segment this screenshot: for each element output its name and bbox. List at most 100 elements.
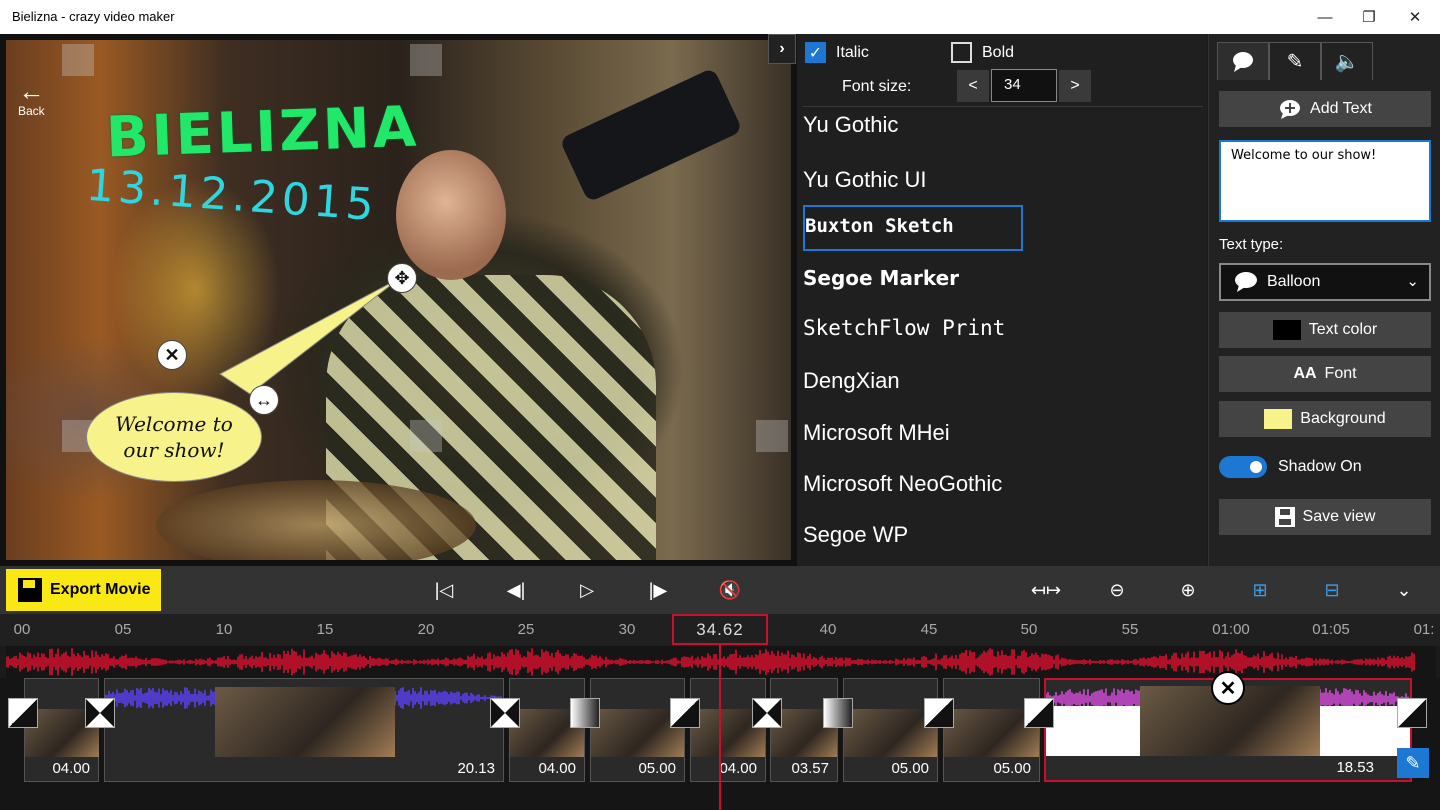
add-text-label: Add Text <box>1310 100 1372 117</box>
background-swatch <box>1264 409 1293 429</box>
transition-icon[interactable] <box>670 698 700 728</box>
skip-to-start-icon[interactable]: |◁ <box>428 576 460 604</box>
transition-icon[interactable] <box>1024 698 1054 728</box>
export-movie-button[interactable]: Export Movie <box>6 569 161 611</box>
clip[interactable]: 04.00 <box>509 678 585 782</box>
font-button[interactable]: AA Font <box>1219 356 1431 392</box>
speech-balloon[interactable]: Welcome to our show! <box>86 392 262 482</box>
pen-tab-icon[interactable]: ✎ <box>1269 42 1321 80</box>
ruler-tick: 45 <box>920 621 938 638</box>
clip-duration: 04.00 <box>719 760 757 777</box>
fit-width-icon[interactable]: ↤↦ <box>1030 576 1062 604</box>
bold-checkbox[interactable]: Bold <box>951 42 1014 63</box>
font-item[interactable]: Yu Gothic UI <box>803 167 927 193</box>
shadow-toggle[interactable] <box>1219 456 1267 478</box>
edit-clip-icon[interactable]: ✎ <box>1397 748 1429 778</box>
collapse-panel-chevron-icon[interactable]: › <box>768 34 796 64</box>
font-item[interactable]: Microsoft NeoGothic <box>803 471 1002 497</box>
transition-fade-icon[interactable] <box>823 698 853 728</box>
text-properties-panel: ✎ 🔈 Add Text Welcome to our show! Text t… <box>1208 34 1440 566</box>
clip[interactable]: 20.13 <box>104 678 504 782</box>
clip[interactable]: 03.57 <box>770 678 838 782</box>
ruler-tick: 01:00 <box>1212 621 1250 638</box>
clip[interactable]: 05.00 <box>843 678 938 782</box>
clip-duration: 04.00 <box>538 760 576 777</box>
font-item[interactable]: Segoe Marker <box>803 266 959 290</box>
remove-clip-icon[interactable]: ✕ <box>1211 671 1245 705</box>
font-item[interactable]: Microsoft MHei <box>803 420 950 446</box>
mute-icon[interactable]: 🔇 <box>714 576 746 604</box>
transition-cross-icon[interactable] <box>85 698 115 728</box>
play-icon[interactable]: ▷ <box>571 576 603 604</box>
move-icon[interactable]: ✥ <box>387 263 417 293</box>
ruler-tick: 55 <box>1121 621 1139 638</box>
zoom-in-icon[interactable]: ⊕ <box>1172 576 1204 604</box>
transition-icon[interactable] <box>924 698 954 728</box>
text-color-button[interactable]: Text color <box>1219 312 1431 348</box>
ruler-tick: 50 <box>1020 621 1038 638</box>
resize-horizontal-icon[interactable]: ↔ <box>249 385 279 415</box>
video-preview[interactable]: ← Back BIELIZNA 13.12.2015 Welcome to ou… <box>0 34 797 566</box>
background-button[interactable]: Background <box>1219 401 1431 437</box>
add-text-button[interactable]: Add Text <box>1219 91 1431 127</box>
add-balloon-icon <box>1280 100 1301 119</box>
clip-duration: 05.00 <box>891 760 929 777</box>
chevron-down-icon: ⌄ <box>1406 273 1419 290</box>
transition-cross-icon[interactable] <box>752 698 782 728</box>
export-label: Export Movie <box>50 581 151 598</box>
transition-fade-icon[interactable] <box>570 698 600 728</box>
minimize-button[interactable]: — <box>1302 0 1348 34</box>
next-frame-icon[interactable]: |▶ <box>642 576 674 604</box>
text-input[interactable]: Welcome to our show! <box>1219 140 1431 222</box>
balloon-tab-icon[interactable] <box>1217 42 1269 80</box>
font-item-selected[interactable]: Buxton Sketch <box>803 205 1023 251</box>
close-button[interactable]: ✕ <box>1392 0 1438 34</box>
font-item[interactable]: Yu Gothic <box>803 112 898 138</box>
balloon-text: Welcome to our show! <box>115 412 233 462</box>
window-title: Bielizna - crazy video maker <box>12 9 175 24</box>
font-item[interactable]: Segoe WP <box>803 522 908 548</box>
bold-label: Bold <box>982 43 1015 61</box>
clip-duration: 20.13 <box>457 760 495 777</box>
add-clip-before-icon[interactable]: ⊞ <box>1244 576 1276 604</box>
save-view-button[interactable]: Save view <box>1219 499 1431 535</box>
playhead-time[interactable]: 34.62 <box>672 614 768 645</box>
save-view-label: Save view <box>1302 508 1376 525</box>
background-label: Background <box>1300 410 1386 427</box>
clip[interactable]: 05.00 <box>590 678 685 782</box>
ruler-tick: 15 <box>316 621 334 638</box>
restore-button[interactable]: ❐ <box>1346 0 1392 34</box>
italic-checkbox[interactable]: ✓ Italic <box>805 42 869 63</box>
zoom-out-icon[interactable]: ⊖ <box>1101 576 1133 604</box>
font-size-increase-button[interactable]: > <box>1059 70 1091 102</box>
clip[interactable]: 04.00 <box>24 678 99 782</box>
checkmark-icon: ✓ <box>805 42 826 63</box>
speaker-tab-icon[interactable]: 🔈 <box>1321 42 1373 80</box>
text-type-select[interactable]: Balloon ⌄ <box>1219 263 1431 301</box>
transition-icon[interactable] <box>8 698 38 728</box>
font-label: Font <box>1324 365 1357 382</box>
font-aa-icon: AA <box>1293 365 1317 382</box>
transition-icon[interactable] <box>1397 698 1427 728</box>
add-clip-after-icon[interactable]: ⊟ <box>1316 576 1348 604</box>
clip-thumbnail <box>1046 706 1140 756</box>
clip[interactable]: 05.00 <box>943 678 1040 782</box>
font-size-input[interactable]: 34 <box>991 69 1057 102</box>
font-item[interactable]: SketchFlow Print <box>803 316 1005 340</box>
transition-cross-icon[interactable] <box>490 698 520 728</box>
font-panel: ✓ Italic Bold Font size: < 34 > Yu Gothi… <box>797 34 1207 566</box>
playhead-line[interactable] <box>719 645 721 810</box>
remove-balloon-icon[interactable]: ✕ <box>157 340 187 370</box>
ruler-tick: 20 <box>417 621 435 638</box>
clip-duration: 05.00 <box>993 760 1031 777</box>
clip-duration: 18.53 <box>1336 759 1374 776</box>
more-chevron-icon[interactable]: ⌄ <box>1388 576 1420 604</box>
previous-frame-icon[interactable]: ◀| <box>500 576 532 604</box>
text-color-label: Text color <box>1308 321 1378 338</box>
clip[interactable]: 04.00 <box>690 678 766 782</box>
font-item[interactable]: DengXian <box>803 368 900 394</box>
text-color-swatch <box>1272 320 1301 340</box>
font-size-decrease-button[interactable]: < <box>957 70 989 102</box>
text-type-label: Text type: <box>1219 236 1284 253</box>
save-icon <box>1274 507 1295 527</box>
